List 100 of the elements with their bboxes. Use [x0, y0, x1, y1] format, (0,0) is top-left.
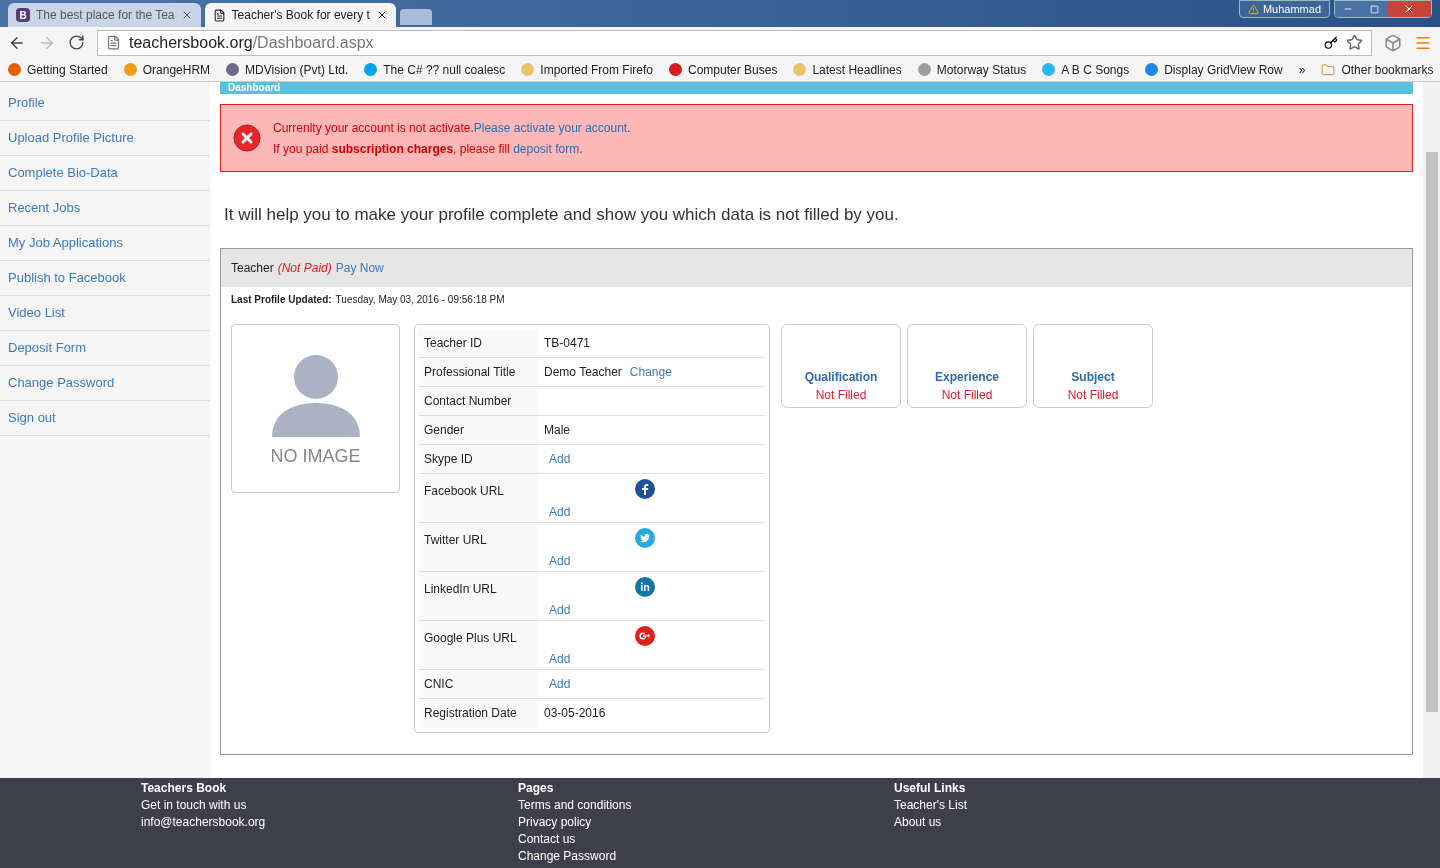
- field-value: Demo Teacher: [544, 363, 622, 381]
- sidebar-item[interactable]: Change Password: [0, 366, 210, 401]
- bookmark[interactable]: MDVision (Pvt) Ltd.: [226, 60, 349, 79]
- page-heading: Dashboard: [227, 82, 282, 94]
- sidebar-item[interactable]: Upload Profile Picture: [0, 121, 210, 156]
- intro-text: It will help you to make your profile complete and show you which data is not filled by you.: [224, 204, 900, 226]
- add-link[interactable]: Add: [549, 600, 760, 619]
- tab-favicon: B: [16, 8, 30, 22]
- field-label: Professional Title: [419, 357, 539, 386]
- card-title: Subject: [1071, 368, 1115, 386]
- add-link[interactable]: Add: [549, 649, 760, 668]
- error-icon: [233, 124, 261, 152]
- browser-tab[interactable]: Teacher's Book for every t: [204, 3, 396, 27]
- bookmark[interactable]: Imported From Firefo: [521, 60, 653, 79]
- address-bar[interactable]: teachersbook.org/Dashboard.aspx: [97, 29, 1372, 56]
- sidebar-item[interactable]: Sign out: [0, 401, 210, 436]
- card-status: Not Filled: [941, 386, 993, 404]
- sidebar-item[interactable]: My Job Applications: [0, 226, 210, 261]
- bookmark[interactable]: Display GridView Row: [1145, 60, 1283, 79]
- updated-label: Last Profile Updated:: [231, 292, 332, 307]
- restore-icon: [1369, 4, 1379, 14]
- field-label: Gender: [419, 415, 539, 444]
- alert-text: .: [579, 140, 583, 158]
- footer-link[interactable]: About us: [894, 814, 1270, 831]
- card-status: Not Filled: [1067, 386, 1119, 404]
- profile-button[interactable]: Muhammad: [1238, 0, 1330, 18]
- folder-icon: [1321, 62, 1336, 77]
- more-bookmarks[interactable]: »: [1298, 60, 1306, 79]
- add-link[interactable]: Add: [549, 674, 571, 693]
- field-label: Facebook URL: [419, 473, 539, 522]
- payment-status: (Not Paid): [277, 259, 332, 277]
- footer-heading: Useful Links: [894, 780, 967, 797]
- add-link[interactable]: Add: [549, 551, 760, 570]
- field-value: Male: [544, 421, 570, 439]
- field-label: Teacher ID: [419, 328, 539, 357]
- card-title: Qualification: [804, 368, 878, 386]
- page-icon: [106, 35, 121, 50]
- sidebar-item[interactable]: Profile: [0, 86, 210, 121]
- tab-title: Teacher's Book for every t: [231, 7, 370, 24]
- change-link[interactable]: Change: [629, 362, 672, 381]
- reload-icon[interactable]: [68, 34, 85, 51]
- field-value: 03-05-2016: [544, 705, 606, 722]
- bird-icon[interactable]: [635, 527, 655, 548]
- bookmark[interactable]: Motorway Status: [917, 60, 1027, 79]
- browser-tab[interactable]: B The best place for the Tea: [8, 3, 201, 27]
- footer-link[interactable]: Terms and conditions: [518, 797, 894, 814]
- footer-link[interactable]: info@teachersbook.org: [141, 814, 518, 831]
- add-link[interactable]: Add: [549, 502, 760, 521]
- other-bookmarks[interactable]: Other bookmarks: [1321, 60, 1434, 79]
- footer-link[interactable]: Contact us: [518, 831, 894, 848]
- alert-text: Currenlty your account is not activate.: [273, 119, 474, 137]
- tab-title: The best place for the Tea: [36, 7, 175, 24]
- bookmark[interactable]: Getting Started: [8, 60, 108, 79]
- pay-now-link[interactable]: Pay Now: [335, 258, 384, 277]
- field-value: TB-0471: [544, 334, 591, 352]
- new-tab-button[interactable]: [399, 9, 432, 25]
- page-icon: [212, 8, 226, 22]
- google-plus-icon[interactable]: [635, 625, 655, 646]
- card-status: Not Filled: [815, 386, 867, 404]
- add-link[interactable]: Add: [549, 449, 571, 468]
- footer-link[interactable]: Privacy policy: [518, 814, 894, 831]
- bookmark[interactable]: The C# ?? null coalesc: [364, 60, 506, 79]
- field-label: CNIC: [419, 669, 539, 698]
- status-card[interactable]: Subject Not Filled: [1033, 323, 1153, 408]
- footer-heading: Teachers Book: [141, 780, 228, 797]
- field-label: LinkedIn URL: [419, 571, 539, 620]
- sidebar-item[interactable]: Deposit Form: [0, 331, 210, 366]
- facebook-icon[interactable]: [635, 478, 655, 499]
- card-title: Experience: [934, 368, 999, 386]
- field-label: Skype ID: [419, 444, 539, 473]
- footer-heading: Pages: [518, 780, 555, 797]
- alert-text: .: [627, 119, 631, 137]
- bookmark[interactable]: A B C Songs: [1042, 60, 1130, 79]
- linkedin-icon[interactable]: [635, 576, 655, 597]
- star-icon[interactable]: [1346, 34, 1363, 51]
- sidebar-item[interactable]: Recent Jobs: [0, 191, 210, 226]
- key-icon[interactable]: [1324, 35, 1338, 50]
- sidebar-item[interactable]: Complete Bio-Data: [0, 156, 210, 191]
- sidebar-item[interactable]: Video List: [0, 296, 210, 331]
- status-card[interactable]: Experience Not Filled: [907, 323, 1027, 408]
- box-icon[interactable]: [1384, 33, 1402, 52]
- field-label: Google Plus URL: [419, 620, 539, 669]
- footer-link[interactable]: Change Password: [518, 848, 894, 865]
- updated-value: Tuesday, May 03, 2016 - 09:56:18 PM: [335, 292, 505, 307]
- footer-link[interactable]: Get in touch with us: [141, 797, 518, 814]
- alert-text: If you paid subscription charges, please fill: [273, 140, 511, 158]
- role-label: Teacher: [231, 259, 274, 277]
- field-label: Contact Number: [419, 386, 539, 415]
- status-card[interactable]: Qualification Not Filled: [781, 323, 901, 408]
- field-label: Twitter URL: [419, 522, 539, 571]
- no-image-text: NO IMAGE: [270, 444, 361, 468]
- bookmark[interactable]: Computer Buses: [669, 60, 778, 79]
- field-label: Registration Date: [419, 698, 539, 728]
- sidebar-item[interactable]: Publish to Facebook: [0, 261, 210, 296]
- warning-icon: [1247, 3, 1259, 15]
- bookmark[interactable]: Latest Headlines: [793, 60, 902, 79]
- bookmark[interactable]: OrangeHRM: [123, 60, 211, 79]
- url-text: teachersbook.org/Dashboard.aspx: [129, 32, 374, 53]
- close-icon: [1403, 3, 1415, 15]
- footer-link[interactable]: Teacher's List: [894, 797, 1270, 814]
